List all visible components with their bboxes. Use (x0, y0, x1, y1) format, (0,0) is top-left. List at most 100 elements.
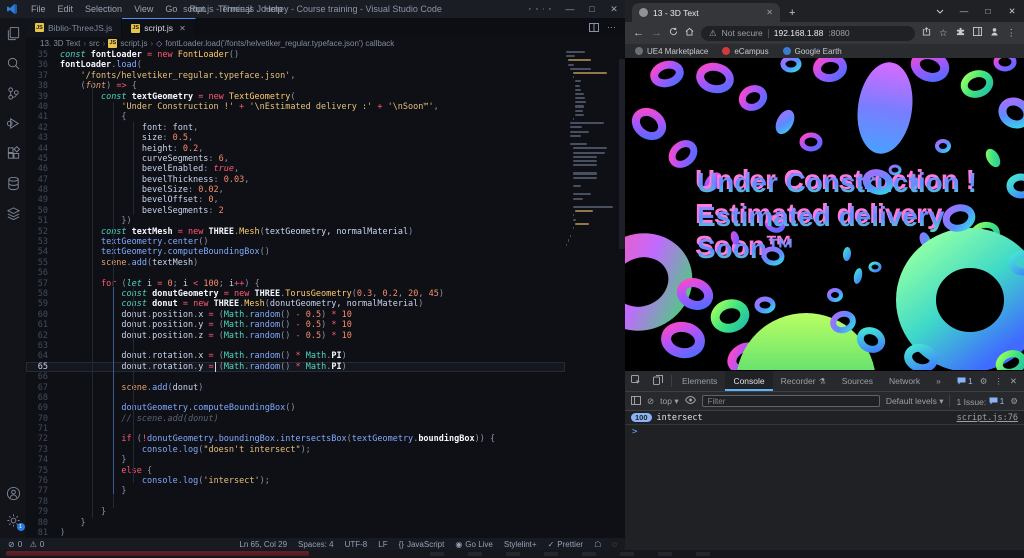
code-line[interactable]: 53 textGeometry.center() (26, 237, 565, 247)
code-line[interactable]: 67 scene.add(donut) (26, 383, 565, 393)
close-button[interactable]: ✕ (603, 4, 625, 15)
explorer-icon[interactable] (6, 26, 21, 41)
menu-edit[interactable]: Edit (52, 4, 80, 14)
browser-close-button[interactable]: ✕ (1000, 6, 1024, 17)
status-spaces-4[interactable]: Spaces: 4 (298, 540, 334, 549)
forward-button[interactable]: → (651, 27, 662, 39)
settings-gear-icon[interactable]: 1 (6, 513, 21, 528)
share-icon[interactable] (922, 27, 931, 39)
split-editor-icon[interactable] (589, 23, 599, 32)
code-area[interactable]: 35const fontLoader = new FontLoader()36f… (26, 50, 565, 538)
code-line[interactable]: 75 else { (26, 466, 565, 476)
code-line[interactable]: 61 donut.position.y = (Math.random() - 0… (26, 320, 565, 330)
code-line[interactable]: 78 (26, 497, 565, 507)
code-line[interactable]: 69 donutGeometry.computeBoundingBox() (26, 403, 565, 413)
devtools-settings-icon[interactable]: ⚙ (980, 376, 988, 387)
status-feedback[interactable]: ☖ (594, 540, 601, 549)
devtools-tab-recorder[interactable]: Recorder⚗ (773, 371, 834, 391)
code-line[interactable]: 41 { (26, 112, 565, 122)
code-line[interactable]: 74 } (26, 455, 565, 465)
run-debug-icon[interactable] (6, 116, 21, 131)
console-sidebar-icon[interactable] (631, 396, 641, 407)
code-line[interactable]: 49 bevelOffset: 0, (26, 195, 565, 205)
code-line[interactable]: 57 for (let i = 0; i < 100; i++) { (26, 279, 565, 289)
extensions-puzzle-icon[interactable] (956, 27, 965, 39)
side-panel-icon[interactable] (973, 27, 982, 39)
home-icon[interactable] (685, 27, 694, 39)
code-line[interactable]: 60 donut.position.x = (Math.random() - 0… (26, 310, 565, 320)
status-prettier[interactable]: ✓Prettier (548, 540, 584, 549)
address-bar[interactable]: ⚠ Not secure 192.168.1.88:8080 (701, 26, 915, 41)
profile-icon[interactable] (990, 27, 999, 39)
breadcrumb-symbol[interactable]: fontLoader.load('/fonts/helvetiker_regul… (165, 39, 394, 48)
clear-console-icon[interactable]: ⊘ (647, 396, 654, 407)
code-line[interactable]: 45 curveSegments: 6, (26, 154, 565, 164)
threejs-canvas[interactable]: Under Construction ! Estimated delivery … (625, 58, 1024, 370)
code-line[interactable]: 76 console.log('intersect'); (26, 476, 565, 486)
device-toolbar-icon[interactable] (647, 375, 669, 387)
more-tabs-chevron[interactable]: » (928, 371, 949, 391)
devtools-kebab-icon[interactable]: ⋮ (994, 376, 1003, 387)
code-line[interactable]: 37 '/fonts/helvetiker_regular.typeface.j… (26, 71, 565, 81)
breadcrumb[interactable]: 13. 3D Text› src› JS script.js› ◇ fontLo… (26, 37, 625, 49)
code-line[interactable]: 48 bevelSize: 0.02, (26, 185, 565, 195)
code-line[interactable]: 73 console.log("doesn't intersect"); (26, 445, 565, 455)
tab-Biblio-ThreeJS.js[interactable]: JSBiblio-ThreeJS.js (26, 18, 122, 37)
problems-indicator[interactable]: ⊘ 0 ⚠ 0 (8, 540, 44, 549)
layers-icon[interactable] (6, 206, 21, 221)
code-line[interactable]: 39 const textGeometry = new TextGeometry… (26, 92, 565, 102)
minimize-button[interactable]: — (559, 4, 581, 14)
devtools-tab-network[interactable]: Network (881, 371, 928, 391)
code-line[interactable]: 71 (26, 424, 565, 434)
browser-tab[interactable]: 13 - 3D Text ✕ (632, 3, 780, 22)
code-line[interactable]: 62 donut.position.z = (Math.random() - 0… (26, 331, 565, 341)
database-icon[interactable] (6, 176, 21, 191)
code-line[interactable]: 77 } (26, 486, 565, 496)
source-control-icon[interactable] (6, 86, 21, 101)
menu-view[interactable]: View (128, 4, 159, 14)
code-line[interactable]: 70 // scene.add(donut) (26, 414, 565, 424)
status-javascript[interactable]: {}JavaScript (399, 540, 445, 549)
code-line[interactable]: 72 if (!donutGeometry.boundingBox.inters… (26, 434, 565, 444)
console-prompt[interactable]: > (625, 425, 1024, 439)
status-go-live[interactable]: ◉Go Live (455, 540, 493, 549)
code-line[interactable]: 64 donut.rotation.x = (Math.random() * M… (26, 351, 565, 361)
search-icon[interactable] (6, 56, 21, 71)
code-line[interactable]: 43 size: 0.5, (26, 133, 565, 143)
devtools-close-icon[interactable]: ✕ (1010, 376, 1017, 387)
code-line[interactable]: 68 (26, 393, 565, 403)
code-line[interactable]: 80 } (26, 518, 565, 528)
status-ln-65-col-29[interactable]: Ln 65, Col 29 (239, 540, 287, 549)
bookmark-ecampus[interactable]: eCampus (722, 47, 768, 56)
issues-counter[interactable]: 1 Issue: 1 (956, 396, 1004, 407)
bookmark-ue4-marketplace[interactable]: UE4 Marketplace (635, 47, 708, 56)
console-filter-input[interactable] (702, 395, 880, 407)
tab-script.js[interactable]: JSscript.js✕ (122, 18, 196, 37)
context-selector[interactable]: top ▾ (660, 396, 678, 407)
tab-close-icon[interactable]: ✕ (179, 24, 186, 33)
code-line[interactable]: 38 (font) => { (26, 81, 565, 91)
devtools-tab-sources[interactable]: Sources (834, 371, 881, 391)
code-line[interactable]: 35const fontLoader = new FontLoader() (26, 50, 565, 60)
code-line[interactable]: 59 const donut = new THREE.Mesh(donutGeo… (26, 299, 565, 309)
code-line[interactable]: 63 (26, 341, 565, 351)
code-line[interactable]: 81) (26, 528, 565, 538)
menu-file[interactable]: File (25, 4, 52, 14)
bookmark-star-icon[interactable]: ☆ (939, 28, 948, 39)
breadcrumb-folder[interactable]: 13. 3D Text (40, 39, 80, 48)
devtools-tab-elements[interactable]: Elements (674, 371, 725, 391)
code-line[interactable]: 58 const donutGeometry = new THREE.Torus… (26, 289, 565, 299)
new-tab-button[interactable]: + (789, 7, 795, 22)
menu-selection[interactable]: Selection (79, 4, 128, 14)
back-button[interactable]: ← (633, 27, 644, 39)
extensions-icon[interactable] (6, 146, 21, 161)
code-line[interactable]: 42 font: font, (26, 123, 565, 133)
code-line[interactable]: 54 textGeometry.computeBoundingBox() (26, 247, 565, 257)
eye-icon[interactable] (685, 396, 696, 406)
reload-icon[interactable] (669, 27, 678, 39)
tab-close-icon[interactable]: ✕ (766, 8, 773, 17)
log-levels-selector[interactable]: Default levels ▾ (886, 396, 944, 407)
minimap[interactable] (566, 51, 618, 248)
code-line[interactable]: 52 const textMesh = new THREE.Mesh(textG… (26, 227, 565, 237)
code-line[interactable]: 44 height: 0.2, (26, 144, 565, 154)
